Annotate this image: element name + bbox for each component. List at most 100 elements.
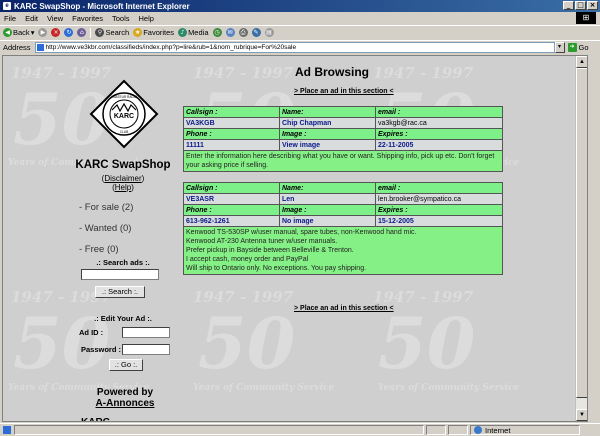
maximize-button[interactable]: □ <box>575 1 586 10</box>
windows-logo-icon: ⊞ <box>576 12 596 24</box>
refresh-icon[interactable]: ↻ <box>64 28 74 37</box>
menu-view[interactable]: View <box>47 14 63 23</box>
scroll-down-icon[interactable]: ▼ <box>576 409 587 421</box>
mail-icon[interactable]: ✉ <box>225 28 235 37</box>
phone-label: Phone : <box>183 128 280 140</box>
email-label: email : <box>375 106 503 118</box>
vertical-scrollbar[interactable]: ▲ ▼ <box>575 56 587 421</box>
edit-go-button[interactable]: .: Go :. <box>109 359 143 371</box>
ad-label-row: Phone : Image : Expires : <box>183 204 503 216</box>
description-line: Enter the information here describing wh… <box>186 153 495 169</box>
email-value[interactable]: va3kgb@rac.ca <box>375 117 503 129</box>
menu-bar: File Edit View Favorites Tools Help ⊞ <box>0 12 600 24</box>
logo-center-text: KARC <box>114 113 134 120</box>
ad-value-row: VE3ASR Len len.brooker@sympatico.ca <box>183 193 503 205</box>
a-annonces-link[interactable]: A-Annonces <box>85 398 165 409</box>
watermark-years: 1947 - 1997 <box>373 288 474 306</box>
history-icon[interactable]: ◷ <box>212 28 222 37</box>
description-line: Prefer pickup in Bayside between Bellevi… <box>186 247 354 254</box>
stop-icon[interactable]: × <box>51 28 61 37</box>
email-value[interactable]: len.brooker@sympatico.ca <box>375 193 503 205</box>
watermark-caption: Years of Community Service <box>378 383 520 393</box>
name-label: Name: <box>279 182 376 194</box>
search-icon: ⚲ <box>95 28 105 37</box>
favorites-button[interactable]: ★ Favorites <box>133 28 174 37</box>
search-button[interactable]: ⚲ Search <box>95 28 129 37</box>
scrollbar-thumb[interactable] <box>576 68 587 398</box>
chevron-down-icon[interactable]: ▾ <box>31 28 35 37</box>
callsign-value: VA3KGB <box>183 117 280 129</box>
edit-ad-heading: .: Edit Your Ad :. <box>94 314 152 323</box>
minimize-button[interactable]: _ <box>563 1 574 10</box>
help-row: (Help) <box>112 183 134 192</box>
menu-file[interactable]: File <box>4 14 16 23</box>
category-free[interactable]: - Free (0) <box>79 244 119 255</box>
media-icon: ♪ <box>178 28 188 37</box>
search-ads-input[interactable] <box>81 269 159 280</box>
watermark-years: 1947 - 1997 <box>373 64 474 82</box>
status-message-pane <box>14 425 424 435</box>
scroll-up-icon[interactable]: ▲ <box>576 56 587 68</box>
go-button[interactable]: ➜ Go <box>567 43 589 52</box>
category-wanted[interactable]: - Wanted (0) <box>79 223 131 234</box>
close-button[interactable]: × <box>587 1 598 10</box>
page-content: 1947 - 1997 1947 - 1997 1947 - 1997 50 5… <box>2 55 588 422</box>
description-line: Kenwood TS-530SP w/user manual, spare tu… <box>186 229 417 236</box>
search-heading: .: Search ads :. <box>96 258 150 267</box>
logo-ring-bottom: CLUB <box>120 130 129 134</box>
ad-value-row: VA3KGB Chip Chapman va3kgb@rac.ca <box>183 117 503 129</box>
disclaimer-row: (Disclaimer) <box>101 174 145 183</box>
edit-icon[interactable]: ✎ <box>251 28 261 37</box>
phone-value: 613-962-1261 <box>183 215 280 227</box>
address-input[interactable]: http://www.ve3kbr.com/classifieds/index.… <box>34 42 555 53</box>
media-button[interactable]: ♪ Media <box>178 28 209 37</box>
watermark-years: 1947 - 1997 <box>193 64 294 82</box>
watermark-caption: Years of Community Service <box>193 383 335 393</box>
search-ads-button[interactable]: .: Search :. <box>95 286 145 298</box>
star-icon: ★ <box>133 28 143 37</box>
security-zone: Internet <box>470 425 580 435</box>
ad-description-row: Enter the information here describing wh… <box>183 150 503 172</box>
home-icon[interactable]: ⌂ <box>77 28 87 37</box>
ad-id-input[interactable] <box>122 327 170 338</box>
ad-label-row: Callsign : Name: email : <box>183 182 503 194</box>
help-link[interactable]: Help <box>115 183 131 192</box>
page-icon <box>36 44 44 51</box>
karc-logo: KARC AMATEUR RADIO CLUB <box>89 79 159 149</box>
view-image-link[interactable]: View image <box>279 139 376 151</box>
menu-help[interactable]: Help <box>139 14 154 23</box>
media-label: Media <box>188 28 209 37</box>
menu-favorites[interactable]: Favorites <box>72 14 103 23</box>
ad-label-row: Callsign : Name: email : <box>183 106 503 118</box>
password-input[interactable] <box>122 344 170 355</box>
toolbar: ◀ Back ▾ ▶ × ↻ ⌂ ⚲ Search ★ Favorites ♪ … <box>0 25 600 39</box>
site-title: KARC SwapShop <box>75 159 171 171</box>
back-label: Back <box>13 28 30 37</box>
category-for-sale[interactable]: - For sale (2) <box>79 202 133 213</box>
status-pane <box>426 425 446 435</box>
discuss-icon[interactable]: ▤ <box>264 28 274 37</box>
place-ad-link-bottom[interactable]: > Place an ad in this section < <box>294 305 394 312</box>
partial-footer-text: KARC <box>81 417 110 421</box>
go-label: Go <box>578 43 589 52</box>
name-label: Name: <box>279 106 376 118</box>
back-button[interactable]: ◀ Back ▾ <box>3 28 34 37</box>
toolbar-separator <box>90 27 92 38</box>
window-title: KARC SwapShop - Microsoft Internet Explo… <box>14 1 190 11</box>
zone-label: Internet <box>485 425 511 435</box>
search-label: Search <box>105 28 130 37</box>
watermark-years: 1947 - 1997 <box>193 288 294 306</box>
image-label: Image : <box>279 128 376 140</box>
address-label: Address <box>3 43 31 52</box>
menu-edit[interactable]: Edit <box>25 14 38 23</box>
print-icon[interactable]: ⎙ <box>238 28 248 37</box>
globe-icon <box>474 426 482 434</box>
place-ad-link-top[interactable]: > Place an ad in this section < <box>294 88 394 95</box>
ad-listing: Callsign : Name: email : VE3ASR Len len.… <box>183 182 503 275</box>
menu-tools[interactable]: Tools <box>112 14 130 23</box>
disclaimer-link[interactable]: Disclaimer <box>104 174 141 183</box>
back-arrow-icon: ◀ <box>3 28 12 37</box>
ad-value-row: 613-962-1261 No image 15-12-2005 <box>183 215 503 227</box>
address-dropdown[interactable]: ▾ <box>554 42 565 53</box>
forward-arrow-icon[interactable]: ▶ <box>38 28 48 37</box>
